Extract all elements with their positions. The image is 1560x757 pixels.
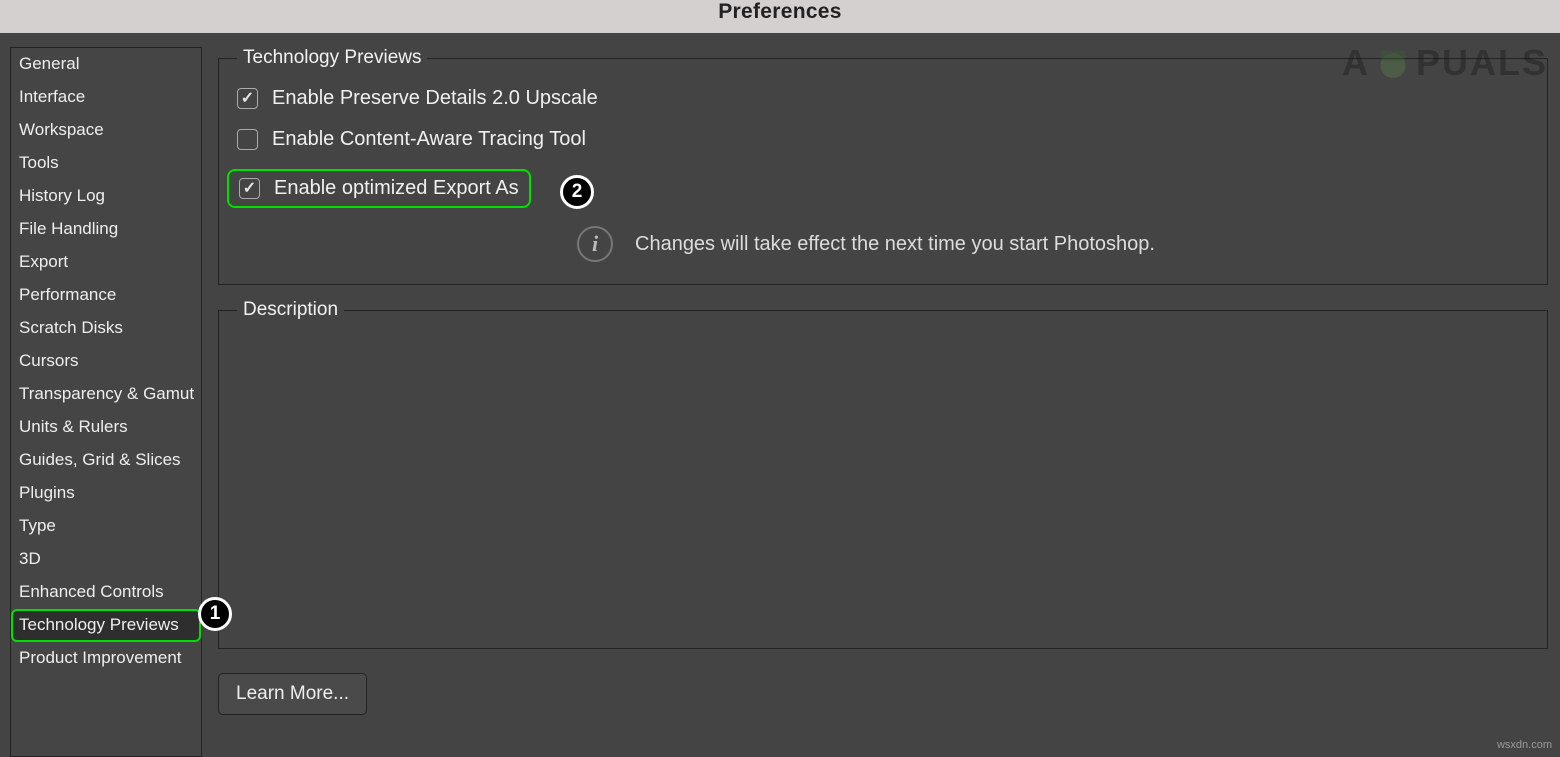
checkbox-icon[interactable] <box>237 88 258 109</box>
checkbox-icon[interactable] <box>239 178 260 199</box>
sidebar-item-general[interactable]: General <box>11 48 201 81</box>
annotation-callout-2: 2 <box>560 175 594 209</box>
preferences-content: Technology Previews Enable Preserve Deta… <box>202 33 1560 757</box>
sidebar-item-type[interactable]: Type <box>11 510 201 543</box>
sidebar-item-history-log[interactable]: History Log <box>11 180 201 213</box>
window-title: Preferences <box>0 0 1560 33</box>
sidebar-item-export[interactable]: Export <box>11 246 201 279</box>
description-legend: Description <box>237 299 344 321</box>
sidebar-item-performance[interactable]: Performance <box>11 279 201 312</box>
sidebar-item-interface[interactable]: Interface <box>11 81 201 114</box>
preferences-sidebar: General Interface Workspace Tools Histor… <box>10 47 202 757</box>
sidebar-item-units-rulers[interactable]: Units & Rulers <box>11 411 201 444</box>
source-label: wsxdn.com <box>1497 739 1552 751</box>
option-preserve-details[interactable]: Enable Preserve Details 2.0 Upscale <box>237 87 1529 110</box>
sidebar-item-guides-grid-slices[interactable]: Guides, Grid & Slices <box>11 444 201 477</box>
option-label: Enable Content-Aware Tracing Tool <box>272 128 586 151</box>
info-text: Changes will take effect the next time y… <box>635 233 1155 256</box>
technology-previews-legend: Technology Previews <box>237 47 427 69</box>
sidebar-item-technology-previews[interactable]: Technology Previews <box>11 609 201 642</box>
sidebar-item-scratch-disks[interactable]: Scratch Disks <box>11 312 201 345</box>
info-row: i Changes will take effect the next time… <box>237 226 1529 262</box>
option-label: Enable optimized Export As <box>274 177 519 200</box>
sidebar-item-workspace[interactable]: Workspace <box>11 114 201 147</box>
sidebar-item-product-improvement[interactable]: Product Improvement <box>11 642 201 675</box>
preferences-body: General Interface Workspace Tools Histor… <box>0 33 1560 757</box>
option-content-aware-tracing[interactable]: Enable Content-Aware Tracing Tool <box>237 128 1529 151</box>
option-label: Enable Preserve Details 2.0 Upscale <box>272 87 598 110</box>
sidebar-item-plugins[interactable]: Plugins <box>11 477 201 510</box>
sidebar-item-transparency-gamut[interactable]: Transparency & Gamut <box>11 378 201 411</box>
checkbox-icon[interactable] <box>237 129 258 150</box>
technology-previews-group: Technology Previews Enable Preserve Deta… <box>218 47 1548 285</box>
info-icon: i <box>577 226 613 262</box>
learn-more-button[interactable]: Learn More... <box>218 673 367 715</box>
annotation-callout-1: 1 <box>198 597 232 631</box>
description-group: Description <box>218 299 1548 649</box>
sidebar-item-file-handling[interactable]: File Handling <box>11 213 201 246</box>
option-optimized-export-as[interactable]: Enable optimized Export As <box>227 169 531 208</box>
sidebar-item-enhanced-controls[interactable]: Enhanced Controls <box>11 576 201 609</box>
sidebar-item-tools[interactable]: Tools <box>11 147 201 180</box>
sidebar-item-3d[interactable]: 3D <box>11 543 201 576</box>
sidebar-item-cursors[interactable]: Cursors <box>11 345 201 378</box>
